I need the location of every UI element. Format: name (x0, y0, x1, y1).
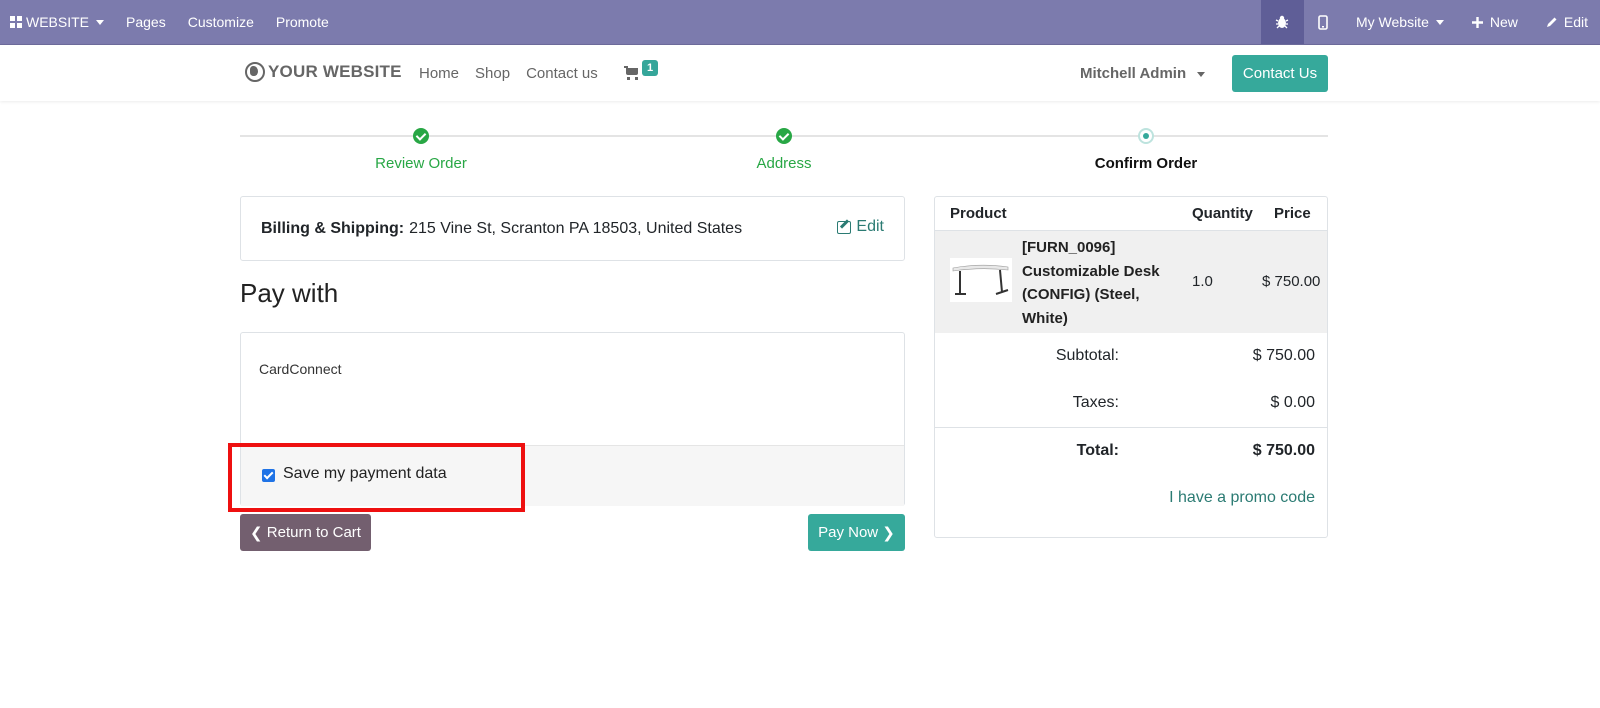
main-nav: Home Shop Contact us (419, 65, 614, 82)
caret-down-icon (1435, 19, 1444, 25)
nav-shop[interactable]: Shop (475, 65, 510, 82)
product-price: $ 750.00 (1262, 273, 1321, 290)
new-button[interactable]: New (1458, 0, 1532, 44)
pay-now-button[interactable]: Pay Now ❯ (808, 514, 905, 551)
edit-button[interactable]: Edit (1532, 0, 1600, 44)
chevron-right-icon: ❯ (878, 524, 895, 542)
taxes-label: Taxes: (1072, 394, 1119, 411)
step-confirm-dot-icon (1138, 128, 1154, 144)
order-summary: Product Quantity Price [FURN_0096] Custo… (934, 196, 1328, 538)
header-product: Product (950, 205, 1007, 222)
edit-address-link[interactable]: Edit (837, 218, 884, 236)
promo-code-link[interactable]: I have a promo code (1169, 489, 1315, 507)
step-review-check-icon (413, 128, 429, 144)
topbar-right: My Website New Edit (1260, 0, 1600, 44)
debug-button[interactable] (1260, 0, 1304, 44)
return-to-cart-button[interactable]: ❮ Return to Cart (240, 514, 371, 551)
return-to-cart-label: Return to Cart (266, 524, 361, 541)
highlight-box (228, 443, 525, 512)
cart-count-badge: 1 (642, 60, 659, 76)
pay-with-heading: Pay with (240, 278, 339, 308)
contact-us-button[interactable]: Contact Us (1232, 55, 1328, 92)
site-header: YOUR WEBSITE Home Shop Contact us Mitche… (0, 45, 1600, 101)
mobile-preview-button[interactable] (1304, 0, 1342, 44)
total-value: $ 750.00 (1252, 442, 1315, 459)
topbar-customize[interactable]: Customize (177, 0, 265, 44)
summary-divider (935, 427, 1327, 428)
pencil-icon (1546, 17, 1557, 27)
edit-icon (837, 220, 852, 234)
my-website-menu[interactable]: My Website (1342, 0, 1458, 44)
cart-link[interactable] (624, 66, 641, 80)
taxes-value: $ 0.00 (1270, 394, 1315, 411)
admin-topbar: WEBSITE Pages Customize Promote My Websi… (0, 0, 1600, 45)
header-quantity: Quantity (1192, 205, 1253, 222)
bug-icon (1276, 15, 1289, 29)
edit-address-label: Edit (856, 218, 884, 235)
billing-label: Billing & Shipping: (261, 219, 405, 237)
subtotal-value: $ 750.00 (1252, 347, 1315, 364)
chevron-left-icon: ❮ (250, 524, 267, 542)
nav-contact-us[interactable]: Contact us (526, 65, 598, 82)
total-label: Total: (1076, 442, 1119, 459)
caret-down-icon (1197, 71, 1206, 77)
apps-icon (10, 16, 22, 28)
billing-address: 215 Vine St, Scranton PA 18503, United S… (409, 219, 743, 237)
new-label: New (1489, 14, 1518, 30)
globe-icon (245, 62, 265, 82)
step-review-order[interactable]: Review Order (321, 155, 521, 172)
pay-now-label: Pay Now (818, 524, 879, 541)
step-confirm-order: Confirm Order (1094, 155, 1198, 172)
topbar-left: WEBSITE Pages Customize Promote (0, 0, 340, 44)
my-website-label: My Website (1355, 14, 1429, 30)
product-quantity: 1.0 (1192, 273, 1213, 290)
mobile-icon (1318, 14, 1328, 30)
user-name: Mitchell Admin (1080, 65, 1187, 82)
logo-text: YOUR WEBSITE (268, 62, 402, 81)
topbar-promote[interactable]: Promote (265, 0, 340, 44)
cart-icon (624, 66, 641, 80)
site-logo[interactable]: YOUR WEBSITE (245, 62, 402, 82)
billing-shipping-card: Billing & Shipping: 215 Vine St, Scranto… (240, 196, 905, 261)
product-image (950, 258, 1012, 302)
subtotal-label: Subtotal: (1055, 347, 1119, 364)
summary-header: Product Quantity Price (935, 197, 1327, 230)
table-row: [FURN_0096] Customizable Desk (CONFIG) (… (935, 230, 1327, 333)
website-menu-label: WEBSITE (26, 14, 90, 30)
product-name[interactable]: [FURN_0096] Customizable Desk (CONFIG) (… (1022, 236, 1182, 330)
caret-down-icon (96, 19, 105, 25)
header-price: Price (1274, 205, 1311, 222)
acquirer-cardconnect[interactable]: CardConnect (259, 361, 342, 377)
user-menu[interactable]: Mitchell Admin (1080, 65, 1206, 82)
topbar-pages[interactable]: Pages (115, 0, 177, 44)
step-address[interactable]: Address (684, 155, 884, 172)
step-address-check-icon (776, 128, 792, 144)
plus-icon (1471, 16, 1483, 28)
website-menu[interactable]: WEBSITE (0, 0, 115, 44)
nav-home[interactable]: Home (419, 65, 459, 82)
edit-label: Edit (1563, 14, 1588, 30)
